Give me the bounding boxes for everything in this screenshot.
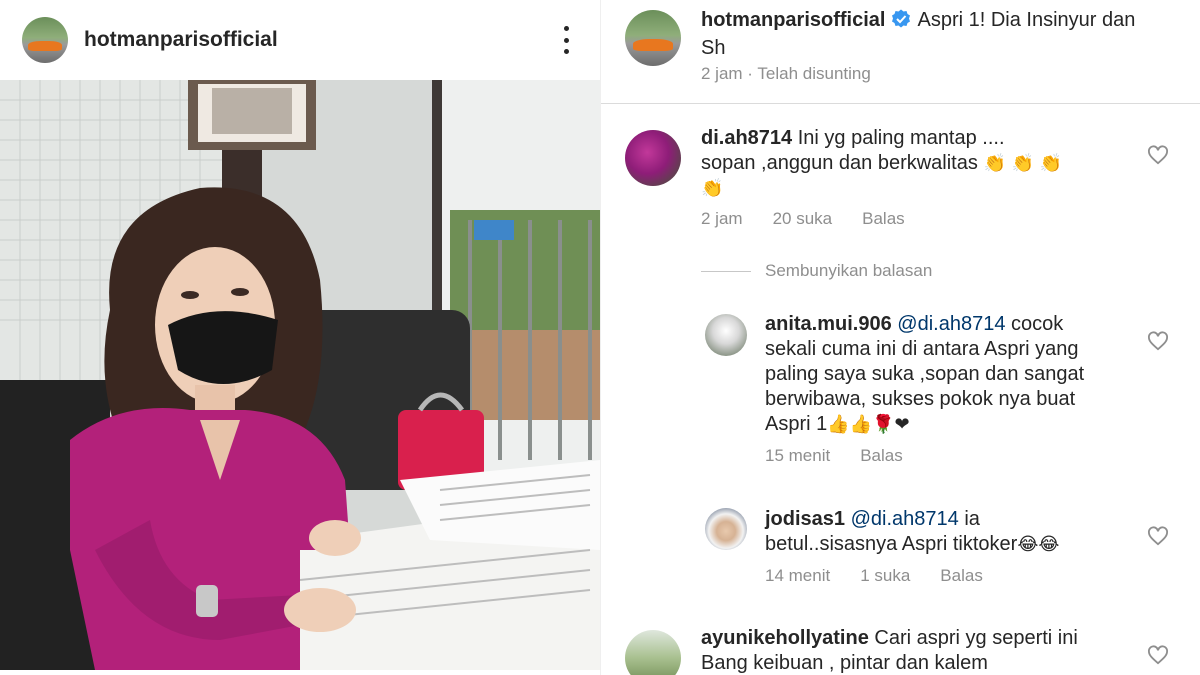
like-heart-icon[interactable] [1147,526,1169,546]
reply-line: paling saya suka ,sopan dan sangat [765,363,1085,385]
reply-line: cocok [1011,313,1064,335]
mention-link[interactable]: @di.ah8714 [897,313,1005,335]
reply-text: anita.mui.906 @di.ah8714 cocok sekali cu… [765,312,1145,437]
divider-line [701,270,751,272]
reply-line: betul..sisasnya Aspri tiktoker [765,533,1018,555]
caption-avatar[interactable] [625,10,681,66]
caption-username[interactable]: hotmanparisofficial [701,9,885,31]
replier-avatar[interactable] [705,508,747,550]
reply-likes[interactable]: 1 suka [860,566,910,586]
post-panel: hotmanparisofficial [0,0,600,675]
mention-link[interactable]: @di.ah8714 [851,508,959,530]
like-heart-icon[interactable] [1147,645,1169,665]
clap-emoji: 👏 [701,178,724,199]
reply-username[interactable]: jodisas1 [765,508,845,530]
hide-replies-label: Sembunyikan balasan [765,261,933,280]
reply-line: berwibawa, sukses pokok nya buat [765,388,1076,410]
reply-username[interactable]: anita.mui.906 [765,313,892,335]
comment-line: Cari aspri yg seperti ini [874,627,1078,649]
comment-text: ayunikehollyatine Cari aspri yg seperti … [701,626,1141,675]
laugh-emoji: 😂😂 [1017,534,1060,555]
reply-button[interactable]: Balas [940,566,983,586]
post-username[interactable]: hotmanparisofficial [84,28,278,52]
comment-line: Ini yg paling mantap .... [797,127,1005,149]
replier-avatar[interactable] [705,314,747,356]
like-heart-icon[interactable] [1147,145,1169,165]
reply-time[interactable]: 15 menit [765,446,830,466]
comment-likes[interactable]: 20 suka [773,209,833,229]
reply-meta: 14 menit 1 suka Balas [765,566,983,586]
comment-time[interactable]: 2 jam [701,209,743,229]
post-photo[interactable] [0,80,600,670]
reply-meta: 15 menit Balas [765,446,903,466]
reply-text: jodisas1 @di.ah8714 ia betul..sisasnya A… [765,507,1145,557]
commenter-avatar[interactable] [625,130,681,186]
reply-line: ia [964,508,980,530]
reaction-emoji: 👍👍🌹❤ [827,414,910,435]
caption: hotmanparisofficial Aspri 1! Dia Insinyu… [601,0,1200,104]
profile-avatar[interactable] [22,17,68,63]
comment-line: Bang keibuan , pintar dan kalem [701,652,988,674]
caption-edited: Telah disunting [757,64,871,83]
post-header: hotmanparisofficial [0,0,600,80]
hide-replies-button[interactable]: Sembunyikan balasan [701,260,932,282]
caption-time[interactable]: 2 jam [701,64,743,83]
comment-meta: 2 jam 20 suka Balas [701,209,905,229]
caption-text: hotmanparisofficial Aspri 1! Dia Insinyu… [701,6,1161,62]
more-options-icon[interactable] [556,26,576,54]
comments-panel: hotmanparisofficial Aspri 1! Dia Insinyu… [600,0,1200,675]
reply-line: Aspri 1 [765,413,828,435]
reply-time[interactable]: 14 menit [765,566,830,586]
reply-button[interactable]: Balas [862,209,905,229]
caption-meta: 2 jam · Telah disunting [701,64,871,83]
like-heart-icon[interactable] [1147,331,1169,351]
clap-emoji: 👏 👏 👏 [983,153,1063,174]
post-photo-illustration [0,80,600,670]
reply-button[interactable]: Balas [860,446,903,466]
comment-line: sopan ,anggun dan berkwalitas [701,152,978,174]
comment-username[interactable]: ayunikehollyatine [701,627,869,649]
comment-username[interactable]: di.ah8714 [701,127,792,149]
commenter-avatar[interactable] [625,630,681,675]
reply-line: sekali cuma ini di antara Aspri yang [765,338,1079,360]
verified-badge-icon [892,9,911,28]
comment-text: di.ah8714 Ini yg paling mantap .... sopa… [701,126,1141,201]
